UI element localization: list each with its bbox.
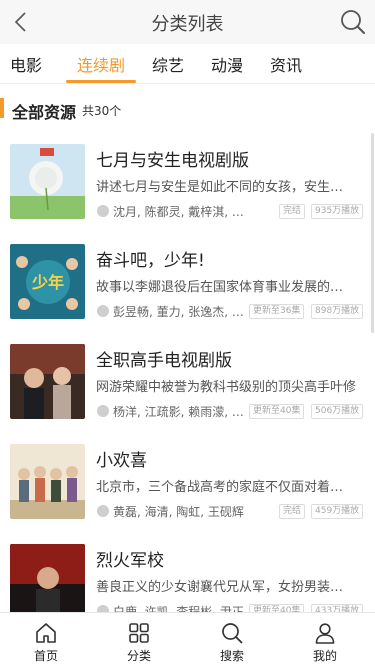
person-icon — [97, 405, 109, 417]
series-description: 讲述七月与安生是如此不同的女孩，安生从小就叛逆 — [96, 180, 356, 195]
svg-text:少年: 少年 — [31, 273, 64, 292]
series-description: 故事以李娜退役后在国家体育事业发展的大背景下 — [96, 280, 356, 295]
poster-thumbnail[interactable]: 少年 — [10, 244, 85, 319]
poster-thumbnail[interactable] — [10, 144, 85, 219]
page-title: 分类列表 — [151, 14, 224, 35]
person-icon — [97, 305, 109, 317]
person-icon — [97, 505, 109, 517]
status-badge: 更新至40集 — [249, 404, 305, 419]
search-icon[interactable] — [339, 8, 367, 36]
nav-category[interactable]: 分类 — [109, 613, 169, 667]
tab-anime[interactable]: 动漫 — [211, 52, 243, 76]
home-icon — [36, 623, 56, 643]
tab-tv-series[interactable]: 连续剧 — [77, 52, 125, 76]
series-title: 奋斗吧，少年! — [96, 251, 205, 271]
scrollbar[interactable] — [371, 133, 374, 333]
nav-home[interactable]: 首页 — [16, 613, 76, 667]
series-description: 网游荣耀中被誉为教科书级别的顶尖高手叶修 — [96, 380, 356, 395]
resource-count: 共30个 — [82, 104, 122, 118]
list-item[interactable]: 七月与安生电视剧版 讲述七月与安生是如此不同的女孩，安生从小就叛逆 沈月, 陈都… — [0, 138, 375, 236]
section-accent-bar — [0, 98, 4, 118]
status-badge: 更新至40集 — [249, 604, 305, 612]
series-list: 七月与安生电视剧版 讲述七月与安生是如此不同的女孩，安生从小就叛逆 沈月, 陈都… — [0, 132, 375, 612]
top-bar: 分类列表 — [0, 0, 375, 44]
person-icon — [97, 205, 109, 217]
nav-search-label: 搜索 — [219, 649, 244, 663]
status-badge: 完结 — [279, 504, 306, 519]
nav-home-label: 首页 — [33, 649, 58, 663]
section-header: 全部资源 共30个 — [0, 88, 375, 132]
series-cast: 白鹿, 许凯, 李程彬, 尹正 — [113, 605, 244, 612]
nav-search[interactable]: 搜索 — [202, 613, 262, 667]
poster-thumbnail[interactable] — [10, 444, 85, 519]
status-badge: 完结 — [279, 204, 306, 219]
nav-profile[interactable]: 我的 — [295, 613, 355, 667]
series-title: 全职高手电视剧版 — [96, 351, 232, 371]
series-cast: 彭昱畅, 董力, 张逸杰, 刘美含 — [113, 305, 245, 319]
active-tab-indicator — [66, 80, 136, 83]
play-count-badge: 506万播放 — [311, 404, 364, 419]
tab-news[interactable]: 资讯 — [270, 52, 302, 76]
series-description: 善良正义的少女谢襄代兄从军，女扮男装进入军校 — [96, 580, 356, 595]
series-cast: 沈月, 陈都灵, 戴梓淇, 张雨剑 — [113, 205, 245, 219]
status-badge: 更新至36集 — [249, 304, 305, 319]
search-icon — [222, 623, 243, 644]
list-item[interactable]: 烈火军校 善良正义的少女谢襄代兄从军，女扮男装进入军校 白鹿, 许凯, 李程彬,… — [0, 538, 375, 612]
section-title: 全部资源 — [12, 103, 77, 122]
series-title: 烈火军校 — [96, 551, 164, 571]
series-title: 七月与安生电视剧版 — [96, 151, 249, 171]
tab-variety[interactable]: 综艺 — [152, 52, 184, 76]
person-icon — [97, 605, 109, 612]
nav-profile-label: 我的 — [312, 649, 337, 663]
poster-thumbnail[interactable] — [10, 344, 85, 419]
play-count-badge: 935万播放 — [311, 204, 364, 219]
category-grid-icon — [129, 623, 149, 643]
tab-movie[interactable]: 电影 — [10, 52, 42, 76]
category-tabs: 电影 连续剧 综艺 动漫 资讯 — [0, 44, 375, 84]
play-count-badge: 459万播放 — [311, 504, 364, 519]
list-item[interactable]: 全职高手电视剧版 网游荣耀中被誉为教科书级别的顶尖高手叶修 杨洋, 江疏影, 赖… — [0, 338, 375, 436]
play-count-badge: 898万播放 — [311, 304, 364, 319]
series-title: 小欢喜 — [96, 451, 147, 471]
series-description: 北京市，三个备战高考的家庭不仅面对着高考的压力 — [96, 480, 356, 495]
play-count-badge: 433万播放 — [311, 604, 364, 612]
poster-thumbnail[interactable] — [10, 544, 85, 612]
user-icon — [315, 623, 335, 644]
series-cast: 黄磊, 海清, 陶虹, 王砚辉 — [113, 505, 244, 519]
nav-category-label: 分类 — [126, 649, 151, 663]
bottom-nav: 首页 分类 搜索 我的 — [0, 612, 375, 667]
list-item[interactable]: 小欢喜 北京市，三个备战高考的家庭不仅面对着高考的压力 黄磊, 海清, 陶虹, … — [0, 438, 375, 536]
series-cast: 杨洋, 江疏影, 赖雨濛, 吴宇恒 — [113, 405, 245, 419]
list-item[interactable]: 少年 奋斗吧，少年! 故事以李娜退役后在国家体育事业发展的大背景下 彭昱畅, 董… — [0, 238, 375, 336]
